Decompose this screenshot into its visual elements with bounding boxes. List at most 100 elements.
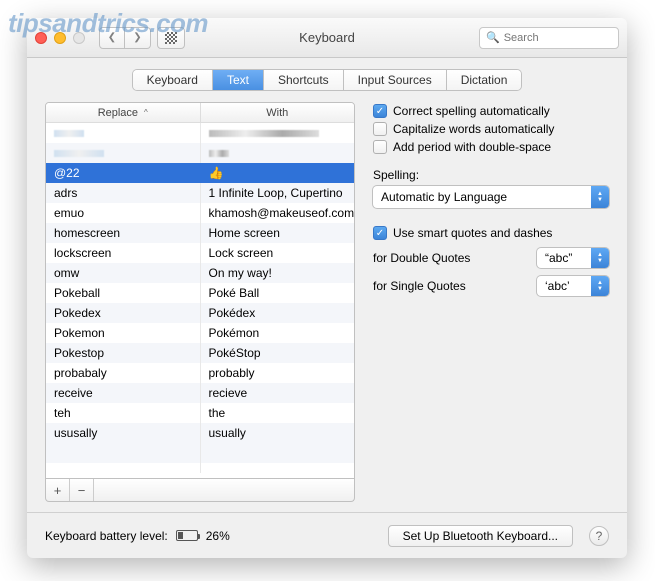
cell-with: the	[201, 403, 355, 423]
options-panel: ✓ Correct spelling automatically Capital…	[373, 102, 609, 502]
replacements-table[interactable]: Replace^ With @22👍adrs1 Infinite Loop, C…	[45, 102, 355, 479]
search-field[interactable]: 🔍	[479, 27, 619, 49]
remove-button[interactable]: −	[70, 479, 94, 501]
column-with[interactable]: With	[201, 103, 355, 122]
capitalize-row[interactable]: Capitalize words automatically	[373, 122, 609, 136]
table-row-empty	[46, 443, 354, 463]
period-label: Add period with double-space	[393, 140, 551, 154]
smart-quotes-label: Use smart quotes and dashes	[393, 226, 552, 240]
table-body: @22👍adrs1 Infinite Loop, Cupertinoemuokh…	[46, 123, 354, 473]
column-replace-label: Replace	[98, 107, 138, 119]
table-row-redacted[interactable]	[46, 123, 354, 143]
cell-with: On my way!	[201, 263, 355, 283]
cell-with: Pokédex	[201, 303, 355, 323]
cell-replace: Pokestop	[46, 343, 201, 363]
table-row[interactable]: PokeballPoké Ball	[46, 283, 354, 303]
table-row[interactable]: ususallyusually	[46, 423, 354, 443]
column-replace[interactable]: Replace^	[46, 103, 201, 122]
help-button[interactable]: ?	[589, 526, 609, 546]
tab-shortcuts[interactable]: Shortcuts	[264, 70, 344, 90]
table-row[interactable]: omwOn my way!	[46, 263, 354, 283]
double-quotes-row: for Double Quotes “abc” ▲▼	[373, 248, 609, 268]
tab-text[interactable]: Text	[213, 70, 264, 90]
cell-replace: probabaly	[46, 363, 201, 383]
table-row[interactable]: lockscreenLock screen	[46, 243, 354, 263]
cell-with: 👍	[201, 163, 355, 183]
show-all-button[interactable]	[157, 27, 185, 49]
table-row[interactable]: PokemonPokémon	[46, 323, 354, 343]
forward-button[interactable]: ❯	[125, 27, 151, 49]
table-header: Replace^ With	[46, 103, 354, 123]
traffic-lights	[35, 32, 85, 44]
cell-replace: receive	[46, 383, 201, 403]
cell-with: Lock screen	[201, 243, 355, 263]
battery-icon	[176, 530, 198, 541]
table-row[interactable]: tehthe	[46, 403, 354, 423]
double-quotes-value: “abc”	[537, 248, 591, 268]
cell-replace: homescreen	[46, 223, 201, 243]
bottom-bar: Keyboard battery level: 26% Set Up Bluet…	[27, 512, 627, 558]
select-arrows-icon: ▲▼	[591, 186, 609, 208]
tab-input-sources[interactable]: Input Sources	[344, 70, 447, 90]
cell-with: probably	[201, 363, 355, 383]
tab-keyboard[interactable]: Keyboard	[133, 70, 213, 90]
correct-spelling-label: Correct spelling automatically	[393, 104, 550, 118]
table-row-redacted[interactable]	[46, 143, 354, 163]
period-checkbox[interactable]	[373, 140, 387, 154]
cell-replace: emuo	[46, 203, 201, 223]
grid-icon	[165, 32, 177, 44]
cell-replace: teh	[46, 403, 201, 423]
preferences-window: ❮ ❯ Keyboard 🔍 Keyboard Text Shortcuts I…	[27, 18, 627, 558]
cell-with: Pokémon	[201, 323, 355, 343]
smart-quotes-checkbox[interactable]: ✓	[373, 226, 387, 240]
single-quotes-row: for Single Quotes ‘abc’ ▲▼	[373, 276, 609, 296]
select-arrows-icon: ▲▼	[591, 248, 609, 268]
add-button[interactable]: +	[46, 479, 70, 501]
battery-label: Keyboard battery level:	[45, 529, 168, 543]
table-row[interactable]: adrs1 Infinite Loop, Cupertino	[46, 183, 354, 203]
capitalize-checkbox[interactable]	[373, 122, 387, 136]
titlebar: ❮ ❯ Keyboard 🔍	[27, 18, 627, 58]
bluetooth-setup-button[interactable]: Set Up Bluetooth Keyboard...	[388, 525, 573, 547]
table-row[interactable]: @22👍	[46, 163, 354, 183]
table-row[interactable]: homescreenHome screen	[46, 223, 354, 243]
table-row-empty	[46, 463, 354, 473]
table-row[interactable]: probabalyprobably	[46, 363, 354, 383]
correct-spelling-row[interactable]: ✓ Correct spelling automatically	[373, 104, 609, 118]
spelling-label: Spelling:	[373, 168, 609, 182]
table-row[interactable]: PokestopPokéStop	[46, 343, 354, 363]
spelling-value: Automatic by Language	[373, 186, 591, 208]
content-area: Replace^ With @22👍adrs1 Infinite Loop, C…	[27, 102, 627, 512]
back-button[interactable]: ❮	[99, 27, 125, 49]
cell-replace: @22	[46, 163, 201, 183]
search-input[interactable]	[504, 32, 646, 44]
column-with-label: With	[266, 107, 288, 119]
table-row[interactable]: receiverecieve	[46, 383, 354, 403]
tab-segment: Keyboard Text Shortcuts Input Sources Di…	[133, 70, 522, 90]
cell-replace: Pokedex	[46, 303, 201, 323]
table-row[interactable]: PokedexPokédex	[46, 303, 354, 323]
single-quotes-label: for Single Quotes	[373, 279, 529, 293]
correct-spelling-checkbox[interactable]: ✓	[373, 104, 387, 118]
double-quotes-select[interactable]: “abc” ▲▼	[537, 248, 609, 268]
period-row[interactable]: Add period with double-space	[373, 140, 609, 154]
cell-with: PokéStop	[201, 343, 355, 363]
spelling-select[interactable]: Automatic by Language ▲▼	[373, 186, 609, 208]
single-quotes-value: ‘abc’	[537, 276, 591, 296]
cell-with: usually	[201, 423, 355, 443]
table-row[interactable]: emuokhamosh@makeuseof.com	[46, 203, 354, 223]
cell-replace: Pokeball	[46, 283, 201, 303]
cell-with: khamosh@makeuseof.com	[201, 203, 355, 223]
window-title: Keyboard	[299, 30, 355, 45]
smart-quotes-row[interactable]: ✓ Use smart quotes and dashes	[373, 226, 609, 240]
single-quotes-select[interactable]: ‘abc’ ▲▼	[537, 276, 609, 296]
cell-with: recieve	[201, 383, 355, 403]
close-icon[interactable]	[35, 32, 47, 44]
minimize-icon[interactable]	[54, 32, 66, 44]
select-arrows-icon: ▲▼	[591, 276, 609, 296]
tab-dictation[interactable]: Dictation	[447, 70, 522, 90]
cell-with: 1 Infinite Loop, Cupertino	[201, 183, 355, 203]
search-icon: 🔍	[486, 31, 500, 44]
cell-with: Home screen	[201, 223, 355, 243]
cell-replace: lockscreen	[46, 243, 201, 263]
